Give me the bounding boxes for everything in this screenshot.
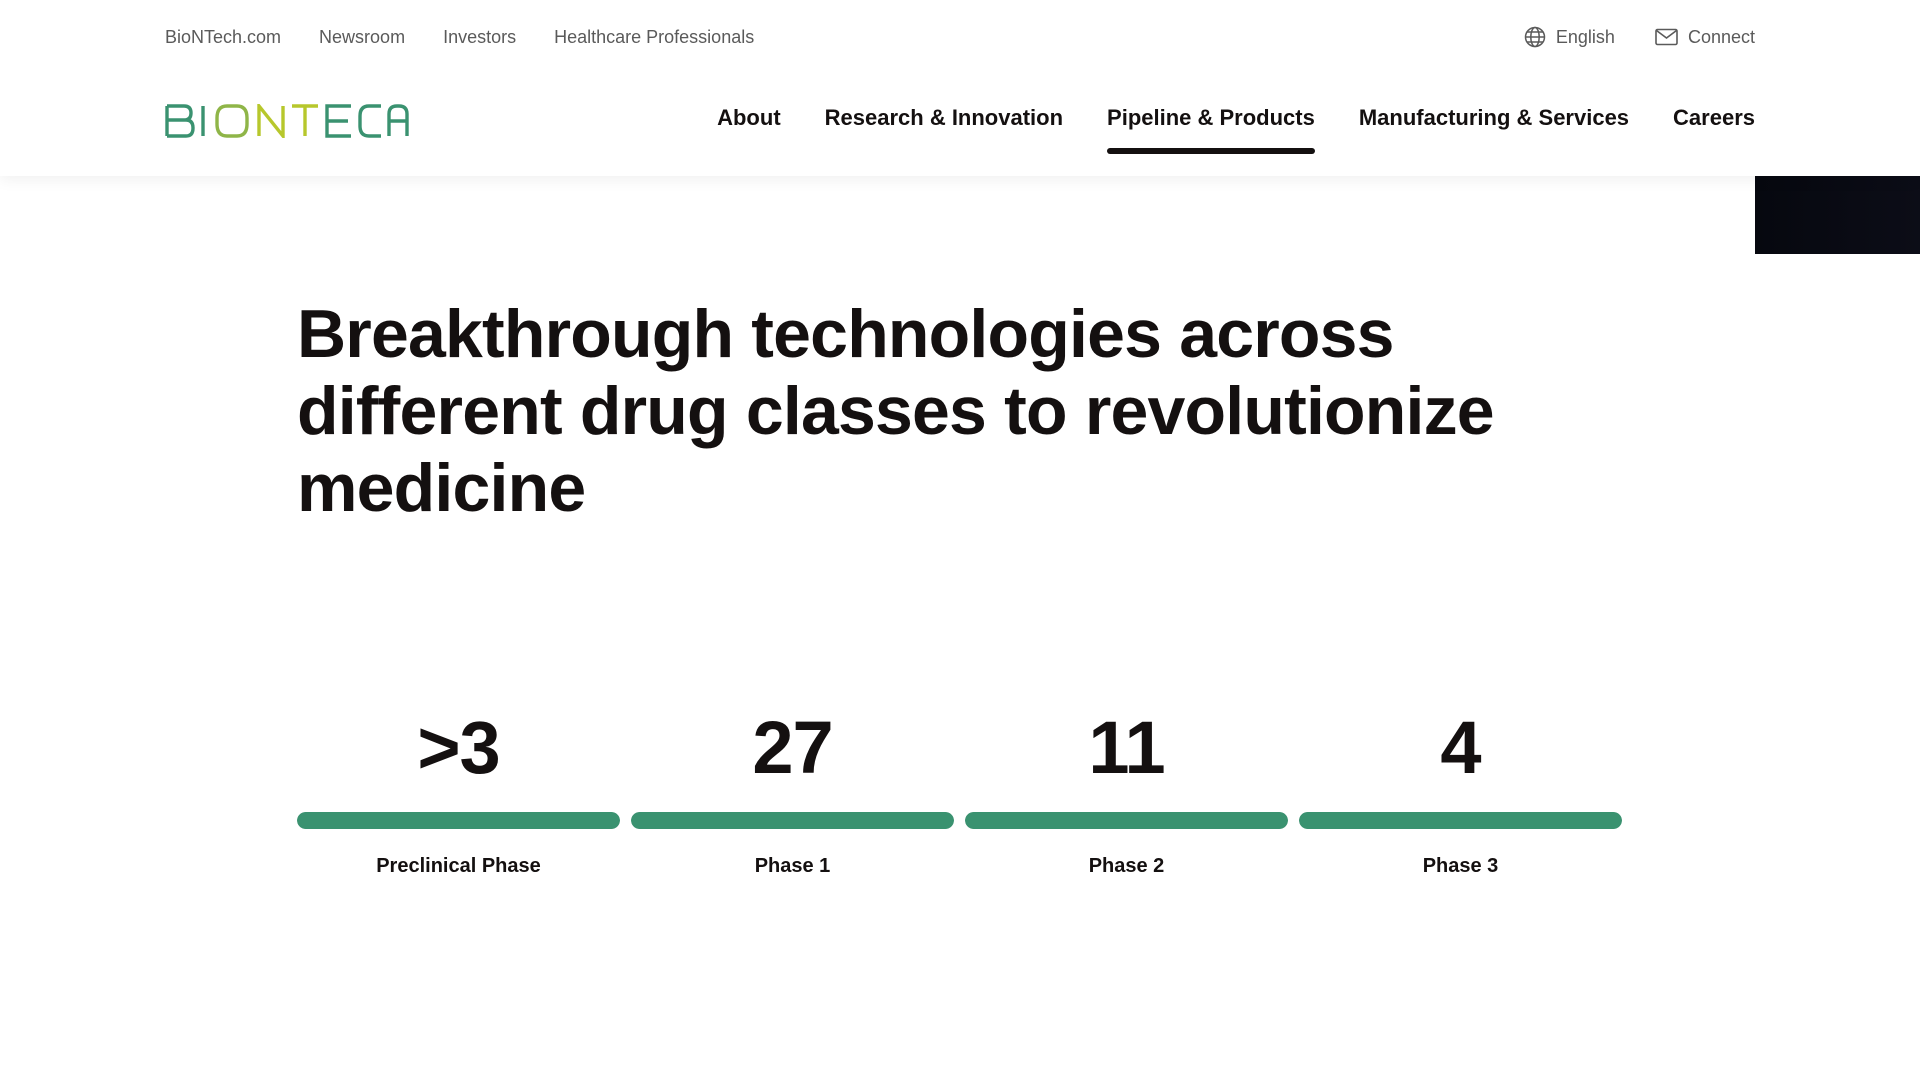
connect-label: Connect (1687, 26, 1755, 47)
pipeline-stats: >3 Preclinical Phase 27 Phase 1 11 Phase… (297, 700, 1623, 878)
utility-links: BioNTech.com Newsroom Investors Healthca… (165, 27, 754, 48)
nav-manufacturing-services[interactable]: Manufacturing & Services (1359, 98, 1629, 154)
stat-number: 27 (752, 706, 833, 789)
stat-phase-3: 4 Phase 3 (1299, 700, 1622, 878)
stat-label: Phase 2 (1088, 855, 1165, 877)
stat-preclinical: >3 Preclinical Phase (297, 700, 620, 878)
main-nav: About Research & Innovation Pipeline & P… (717, 104, 1755, 154)
connect-link[interactable]: Connect (1655, 27, 1755, 48)
utility-bar: BioNTech.com Newsroom Investors Healthca… (165, 22, 1755, 52)
globe-icon (1524, 26, 1546, 48)
stat-bar (1299, 812, 1622, 829)
language-selector[interactable]: English (1524, 26, 1615, 48)
hero-image-edge (1755, 176, 1920, 254)
stat-bar-fill (1299, 812, 1622, 829)
mail-icon (1655, 28, 1678, 46)
stat-number: 11 (1088, 706, 1165, 789)
language-label: English (1555, 26, 1615, 47)
stat-bar (965, 812, 1288, 829)
stat-number: >3 (417, 706, 500, 789)
nav-pipeline-products[interactable]: Pipeline & Products (1107, 98, 1315, 154)
page-headline: Breakthrough technologies across differe… (297, 296, 1495, 526)
stat-label: Phase 3 (1422, 855, 1499, 877)
stat-label: Preclinical Phase (376, 855, 541, 877)
utility-link-healthcare-professionals[interactable]: Healthcare Professionals (554, 27, 754, 48)
stat-bar-fill (297, 812, 620, 829)
stat-phase-2: 11 Phase 2 (965, 700, 1288, 878)
utility-link-investors[interactable]: Investors (443, 27, 516, 48)
nav-about[interactable]: About (717, 98, 781, 154)
stat-bar (297, 812, 620, 829)
stat-label: Phase 1 (754, 855, 831, 877)
nav-careers[interactable]: Careers (1673, 98, 1755, 154)
utility-actions: English Connect (1524, 26, 1755, 48)
stat-number: 4 (1440, 706, 1481, 789)
utility-link-biontech[interactable]: BioNTech.com (165, 27, 281, 48)
utility-link-newsroom[interactable]: Newsroom (319, 27, 405, 48)
stat-bar-fill (631, 812, 954, 829)
site-header: BioNTech.com Newsroom Investors Healthca… (0, 0, 1920, 176)
stat-phase-1: 27 Phase 1 (631, 700, 954, 878)
stat-bar (631, 812, 954, 829)
stat-bar-fill (965, 812, 1288, 829)
nav-research-innovation[interactable]: Research & Innovation (825, 98, 1063, 154)
biontech-logo[interactable] (165, 101, 410, 141)
